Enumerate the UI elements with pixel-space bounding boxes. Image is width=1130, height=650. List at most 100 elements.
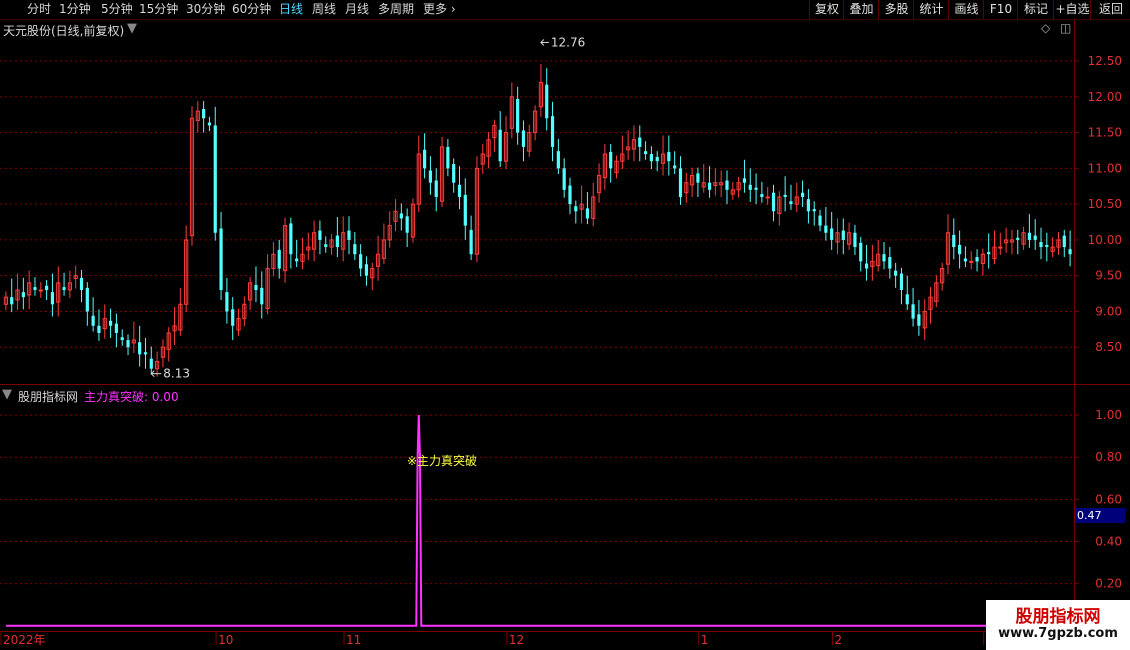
candle-body — [231, 309, 235, 326]
candle-body — [853, 232, 857, 248]
candle-body — [452, 164, 456, 183]
candle-body — [143, 352, 148, 355]
time-axis-label: 1 — [701, 633, 709, 647]
candle-body — [469, 229, 473, 255]
candle-body — [655, 156, 659, 162]
toolbar-button-0[interactable]: 复权 — [809, 0, 844, 19]
candle-body — [207, 122, 212, 126]
candle-body — [50, 292, 55, 305]
low-label: 8.13 — [163, 367, 190, 381]
window-toggle-icon[interactable]: ◫ — [1060, 21, 1071, 35]
candle-body — [219, 228, 223, 290]
candle-body — [335, 235, 339, 248]
watermark: 股朋指标网 www.7gpzb.com — [986, 600, 1130, 650]
candle-body — [1068, 249, 1072, 255]
candle-body — [812, 209, 816, 212]
candle-body — [364, 264, 369, 276]
candle-body — [423, 149, 427, 169]
main-panel-menu-icon[interactable]: ▼ — [127, 21, 137, 36]
high-label: 12.76 — [551, 35, 585, 49]
price-tick-label: 12.00 — [1088, 90, 1122, 104]
candle-body — [434, 180, 438, 197]
candle-body — [79, 277, 84, 290]
candle-body — [21, 292, 25, 298]
candle-body — [324, 244, 328, 248]
toolbar-button-1[interactable]: 叠加 — [843, 0, 879, 19]
toolbar-button-8[interactable]: 返回 — [1090, 0, 1130, 19]
candle-body — [568, 185, 572, 205]
candle-body — [696, 173, 700, 183]
candle-body — [742, 178, 747, 183]
candle-body — [963, 258, 968, 262]
period-tab-8[interactable]: 月线 — [345, 1, 369, 18]
diamond-icon[interactable]: ◇ — [1041, 21, 1050, 35]
price-tick-label: 11.00 — [1088, 161, 1122, 175]
indicator-tick-label: 1.00 — [1095, 408, 1122, 422]
indicator-tick-label: 0.80 — [1095, 450, 1122, 464]
period-tab-6[interactable]: 日线 — [279, 1, 303, 18]
candle-body — [254, 284, 258, 290]
price-tick-label: 9.00 — [1095, 304, 1122, 318]
more-periods-button[interactable]: 更多 › — [423, 1, 456, 18]
price-tick-label: 10.00 — [1088, 233, 1122, 247]
candle-body — [958, 244, 962, 255]
period-tab-9[interactable]: 多周期 — [378, 1, 414, 18]
candle-body — [673, 165, 677, 169]
period-tab-3[interactable]: 15分钟 — [139, 1, 178, 18]
candle-body — [789, 201, 793, 205]
candle-body — [556, 151, 560, 169]
indicator-line — [5, 415, 1074, 627]
candle-body — [138, 342, 142, 355]
candle-body — [760, 194, 764, 197]
candle-body — [277, 249, 281, 269]
candle-body — [457, 184, 462, 197]
candle-body — [830, 228, 834, 240]
period-tab-2[interactable]: 5分钟 — [101, 1, 133, 18]
time-axis-label: 2 — [834, 633, 842, 647]
candle-body — [428, 170, 433, 183]
main-panel-title: 天元股份(日线,前复权) — [3, 24, 125, 38]
candle-body — [800, 192, 805, 197]
indicator-menu-icon[interactable]: ▼ — [2, 387, 12, 402]
toolbar-button-4[interactable]: 画线 — [948, 0, 984, 19]
period-tab-1[interactable]: 1分钟 — [59, 1, 91, 18]
candle-body — [114, 323, 118, 333]
candle-body — [126, 340, 130, 348]
candle-body — [97, 325, 101, 333]
candle-body — [85, 287, 89, 312]
candle-body — [574, 206, 578, 212]
candle-body — [353, 244, 357, 255]
candle-body — [120, 337, 124, 341]
candle-body — [33, 287, 37, 290]
candle-body — [638, 137, 642, 147]
toolbar-button-6[interactable]: 标记 — [1017, 0, 1054, 19]
price-tick-label: 9.50 — [1095, 269, 1122, 283]
period-tab-0[interactable]: 分时 — [27, 1, 51, 18]
candle-body — [643, 151, 648, 155]
candle-body — [202, 108, 206, 119]
candle-body — [975, 257, 979, 262]
price-tick-label: 10.50 — [1088, 197, 1122, 211]
candle-body — [295, 258, 299, 262]
period-tab-5[interactable]: 60分钟 — [232, 1, 271, 18]
candle-body — [725, 180, 729, 190]
toolbar-button-3[interactable]: 统计 — [913, 0, 949, 19]
period-tab-7[interactable]: 周线 — [312, 1, 336, 18]
current-value-tag: 0.47 — [1075, 508, 1125, 523]
toolbar-button-5[interactable]: F10 — [983, 0, 1018, 19]
candle-body — [707, 182, 712, 190]
candle-body — [1016, 237, 1020, 240]
candle-body — [841, 230, 845, 240]
period-toolbar: 分时 1分钟 5分钟 15分钟 30分钟 60分钟 日线 周线 月线 多周期 更多 › 复权 叠加 多股统… — [0, 0, 1130, 20]
candle-body — [1045, 244, 1049, 248]
candle-body — [987, 252, 991, 255]
candle-body — [818, 215, 822, 226]
candle-body — [289, 223, 293, 255]
period-tab-4[interactable]: 30分钟 — [186, 1, 225, 18]
candle-body — [399, 213, 403, 219]
candle-body — [405, 216, 409, 233]
toolbar-button-2[interactable]: 多股 — [878, 0, 914, 19]
watermark-title: 股朋指标网 — [1015, 607, 1101, 627]
toolbar-button-7[interactable]: +自选 — [1053, 0, 1091, 19]
candle-body — [1033, 235, 1037, 240]
